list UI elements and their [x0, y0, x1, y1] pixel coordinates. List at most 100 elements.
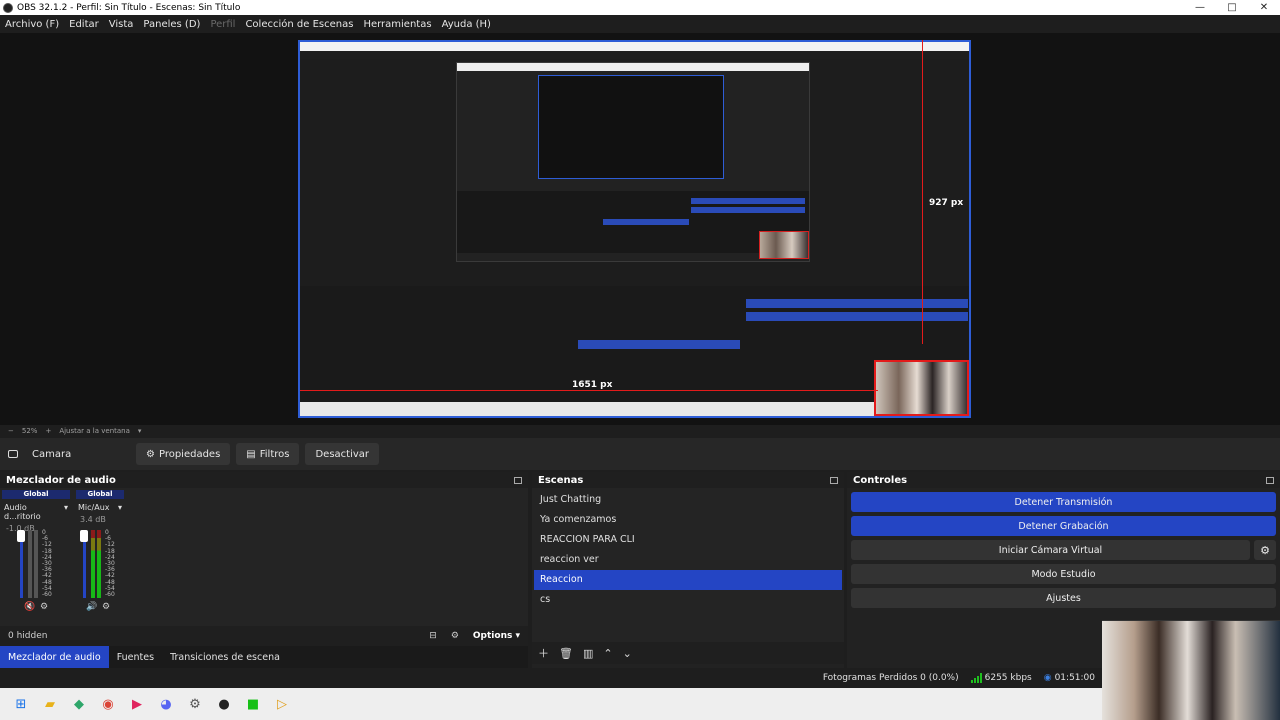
- mixer-channel-desktop: Global Audio d...ritorio ▾ -1.0 dB: [2, 490, 70, 533]
- fit-window-label[interactable]: Ajustar a la ventana: [59, 427, 130, 435]
- minimize-button[interactable]: —: [1184, 2, 1216, 13]
- app-icon[interactable]: ◆: [70, 695, 88, 713]
- zoom-out-button[interactable]: −: [8, 427, 14, 435]
- studio-mode-button[interactable]: Modo Estudio: [851, 564, 1276, 584]
- chrome-icon[interactable]: ◉: [99, 695, 117, 713]
- meter-scale: 0 -6 -12 -18 -24 -30 -36 -42 -48 -54 -60: [105, 529, 115, 598]
- status-bar: Fotogramas Perdidos 0 (0.0%) 6255 kbps ◉…: [0, 668, 1280, 688]
- player-icon[interactable]: ▷: [273, 695, 291, 713]
- start-virtual-camera-button[interactable]: Iniciar Cámara Virtual ⚙: [851, 540, 1276, 560]
- scene-item[interactable]: reaccion ver: [534, 550, 842, 570]
- windows-taskbar: ⊞ ▰ ◆ ◉ ▶ ◕ ⚙ ● ■ ▷: [0, 688, 1102, 720]
- scene-item[interactable]: REACCION PARA CLI: [534, 530, 842, 550]
- scene-item[interactable]: Ya comenzamos: [534, 510, 842, 530]
- camera-source-selected[interactable]: [874, 360, 969, 416]
- delete-scene-icon[interactable]: 🗑: [559, 647, 573, 660]
- scenes-title: Escenas: [538, 474, 584, 486]
- move-up-icon[interactable]: ⌃: [603, 647, 612, 660]
- nested-selected-scene: [578, 340, 740, 349]
- speaker-icon[interactable]: 🔊: [86, 602, 97, 612]
- menu-archivo[interactable]: Archivo (F): [0, 19, 64, 30]
- audio-mixer-dock: Mezclador de audio Global Audio d...rito…: [0, 472, 528, 668]
- menu-herramientas[interactable]: Herramientas: [358, 19, 436, 30]
- mixer-channels: Global Audio d...ritorio ▾ -1.0 dB 0 -6 …: [0, 488, 528, 626]
- discord-icon[interactable]: ◕: [157, 695, 175, 713]
- settings-button[interactable]: Ajustes: [851, 588, 1276, 608]
- level-meter: [91, 530, 101, 598]
- menu-vista[interactable]: Vista: [104, 19, 139, 30]
- virtual-camera-settings-button[interactable]: ⚙: [1254, 540, 1276, 560]
- menu-perfil[interactable]: Perfil: [205, 19, 240, 30]
- tab-transitions[interactable]: Transiciones de escena: [162, 646, 288, 668]
- maximize-button[interactable]: □: [1216, 2, 1248, 13]
- channel-name: Mic/Aux: [78, 503, 110, 512]
- deactivate-button[interactable]: Desactivar: [305, 443, 380, 465]
- options-dropdown[interactable]: Options ▾: [473, 631, 520, 641]
- nested-stop-recording: [746, 312, 968, 321]
- green-app-icon[interactable]: ■: [244, 695, 262, 713]
- level-bar: [97, 530, 101, 598]
- scene-item-selected[interactable]: Reaccion: [534, 570, 842, 590]
- bitrate-indicator: 6255 kbps: [970, 673, 1032, 683]
- filters-label: Filtros: [259, 448, 290, 460]
- popout-icon[interactable]: [514, 476, 522, 484]
- channel-settings-icon[interactable]: ⚙: [40, 602, 48, 612]
- signal-icon: [970, 673, 982, 683]
- advanced-audio-icon[interactable]: ⚙: [451, 631, 459, 641]
- channel-global-badge: Global: [2, 490, 70, 499]
- audio-mixer-header: Mezclador de audio: [0, 472, 528, 488]
- volume-slider-handle[interactable]: [80, 530, 88, 542]
- filters-button[interactable]: ▤ Filtros: [236, 443, 300, 465]
- menu-coleccion-escenas[interactable]: Colección de Escenas: [240, 19, 358, 30]
- stop-recording-button[interactable]: Detener Grabación: [851, 516, 1276, 536]
- filter-icon: ▤: [246, 448, 256, 460]
- preview-canvas[interactable]: [298, 40, 971, 418]
- preview-area[interactable]: 927 px 1651 px: [0, 33, 1280, 425]
- tab-sources[interactable]: Fuentes: [109, 646, 162, 668]
- chevron-down-icon[interactable]: ▾: [138, 427, 142, 435]
- windows-icon[interactable]: ⊞: [12, 695, 30, 713]
- menu-ayuda[interactable]: Ayuda (H): [437, 19, 496, 30]
- audio-mixer-title: Mezclador de audio: [6, 474, 116, 486]
- controls-title: Controles: [853, 474, 908, 486]
- file-explorer-icon[interactable]: ▰: [41, 695, 59, 713]
- add-scene-icon[interactable]: ＋: [538, 645, 549, 661]
- nested-stop-stream: [746, 299, 968, 308]
- scenes-dock: Escenas Just Chatting Ya comenzamos REAC…: [532, 472, 844, 668]
- stop-stream-button[interactable]: Detener Transmisión: [851, 492, 1276, 512]
- guide-line-vertical: [922, 40, 923, 344]
- nested-inner-button: [691, 198, 805, 204]
- zoom-in-button[interactable]: +: [45, 427, 51, 435]
- source-name: Camara: [32, 448, 72, 460]
- move-down-icon[interactable]: ⌄: [623, 647, 632, 660]
- horizontal-distance-label: 1651 px: [572, 380, 613, 390]
- title-bar: OBS 32.1.2 - Perfil: Sin Título - Escena…: [0, 0, 1280, 15]
- scene-filters-icon[interactable]: ▥: [583, 647, 593, 660]
- chevron-down-icon[interactable]: ▾: [64, 503, 68, 521]
- media-icon[interactable]: ▶: [128, 695, 146, 713]
- controls-header: Controles: [847, 472, 1280, 488]
- level-bar: [34, 530, 38, 598]
- obs-icon[interactable]: ●: [215, 695, 233, 713]
- settings-icon[interactable]: ⚙: [186, 695, 204, 713]
- layout-toggle-icon[interactable]: ⊟: [429, 631, 437, 641]
- gear-icon: ⚙: [146, 448, 155, 460]
- tab-audio-mixer[interactable]: Mezclador de audio: [0, 646, 109, 668]
- channel-name-dropdown[interactable]: Mic/Aux ▾: [76, 503, 124, 512]
- scene-item[interactable]: cs: [534, 590, 842, 610]
- menu-editar[interactable]: Editar: [64, 19, 104, 30]
- channel-name: Audio d...ritorio: [4, 503, 41, 521]
- channel-name-dropdown[interactable]: Audio d...ritorio ▾: [2, 503, 70, 521]
- popout-icon[interactable]: [1266, 476, 1274, 484]
- menu-paneles[interactable]: Paneles (D): [138, 19, 205, 30]
- scene-item[interactable]: Just Chatting: [534, 490, 842, 510]
- mixer-footer: 0 hidden ⊟ ⚙ Options ▾: [0, 626, 528, 646]
- menu-bar: Archivo (F) Editar Vista Paneles (D) Per…: [0, 15, 1280, 33]
- close-button[interactable]: ✕: [1248, 2, 1280, 13]
- chevron-down-icon[interactable]: ▾: [118, 503, 122, 512]
- popout-icon[interactable]: [830, 476, 838, 484]
- speaker-muted-icon[interactable]: 🔇: [24, 602, 35, 612]
- properties-button[interactable]: ⚙ Propiedades: [136, 443, 231, 465]
- volume-slider-handle[interactable]: [17, 530, 25, 542]
- channel-settings-icon[interactable]: ⚙: [102, 602, 110, 612]
